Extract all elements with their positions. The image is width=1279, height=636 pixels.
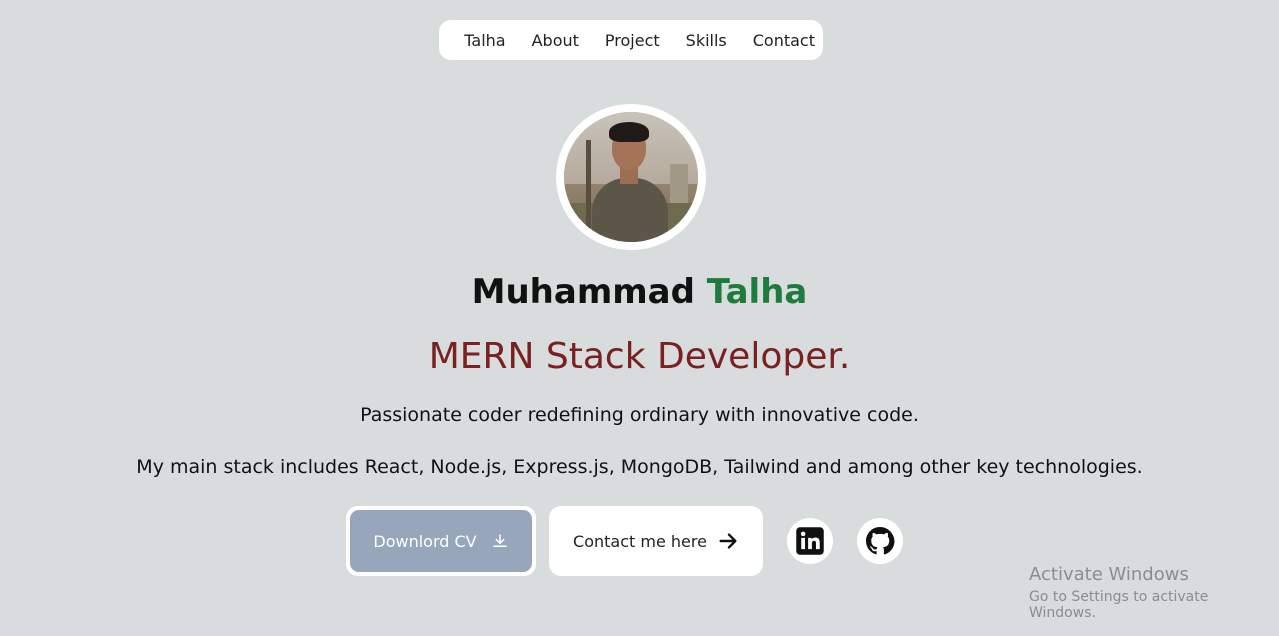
watermark-subtitle: Go to Settings to activate Windows. bbox=[1029, 589, 1209, 621]
nav-item-about[interactable]: About bbox=[519, 31, 592, 50]
nav-item-talha[interactable]: Talha bbox=[451, 31, 518, 50]
role-heading: MERN Stack Developer. bbox=[428, 336, 851, 377]
profile-photo bbox=[564, 112, 698, 242]
watermark-title: Activate Windows bbox=[1029, 564, 1189, 585]
windows-activation-watermark: Activate Windows Go to Settings to activ… bbox=[1029, 564, 1279, 621]
download-cv-label: Downlord CV bbox=[373, 531, 477, 551]
contact-button-label: Contact me here bbox=[573, 531, 707, 551]
name-last: Talha bbox=[706, 272, 808, 312]
nav-item-skills[interactable]: Skills bbox=[673, 31, 740, 50]
top-nav: Talha About Project Skills Contact bbox=[439, 20, 823, 60]
download-icon bbox=[492, 534, 507, 547]
linkedin-icon bbox=[796, 527, 824, 555]
arrow-right-icon bbox=[719, 533, 737, 549]
linkedin-link[interactable] bbox=[787, 518, 833, 564]
name-first: Muhammad bbox=[471, 272, 695, 312]
stack-description: My main stack includes React, Node.js, E… bbox=[136, 456, 1143, 478]
page-title: Muhammad Talha bbox=[0, 272, 1279, 312]
download-cv-button[interactable]: Downlord CV bbox=[346, 506, 536, 576]
contact-button[interactable]: Contact me here bbox=[549, 506, 763, 576]
github-icon bbox=[866, 527, 895, 555]
github-link[interactable] bbox=[857, 518, 903, 564]
nav-item-project[interactable]: Project bbox=[592, 31, 673, 50]
profile-avatar bbox=[556, 104, 706, 250]
nav-item-contact[interactable]: Contact bbox=[740, 31, 815, 50]
tagline: Passionate coder redefining ordinary wit… bbox=[360, 404, 919, 426]
